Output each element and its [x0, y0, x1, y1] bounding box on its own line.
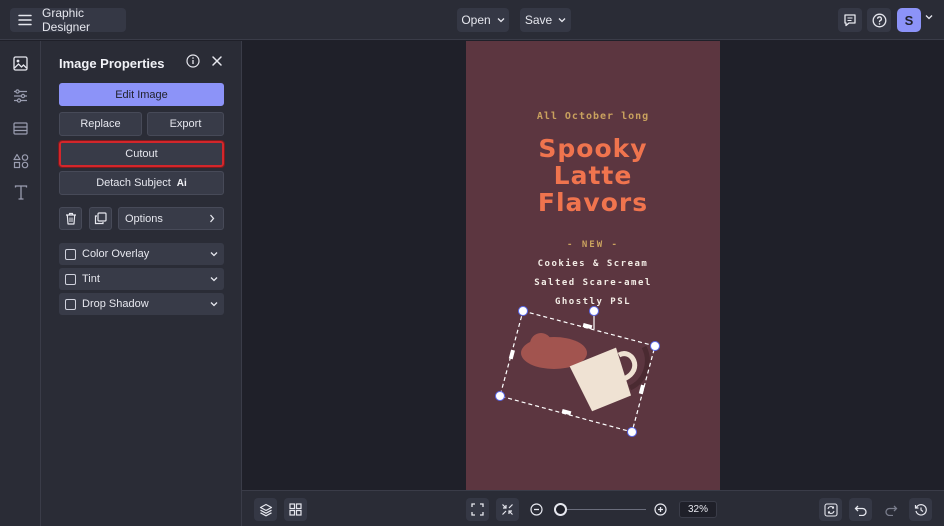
options-label: Options — [125, 212, 163, 225]
history-icon — [914, 503, 928, 517]
options-button[interactable]: Options — [118, 207, 224, 230]
app-menu-button[interactable]: Graphic Designer — [10, 6, 126, 34]
zoom-slider-handle[interactable] — [554, 503, 567, 516]
close-icon[interactable] — [210, 54, 224, 68]
color-overlay-accordion[interactable]: Color Overlay — [59, 243, 224, 265]
fit-to-screen-button[interactable] — [466, 498, 489, 521]
color-overlay-label: Color Overlay — [82, 248, 150, 260]
hamburger-icon — [18, 14, 32, 26]
tint-accordion[interactable]: Tint — [59, 268, 224, 290]
panel-title: Image Properties — [59, 56, 165, 71]
chevron-down-icon — [210, 251, 218, 257]
drop-shadow-label: Drop Shadow — [82, 298, 149, 310]
fit-screen-icon — [471, 503, 484, 516]
app-menu-label: Graphic Designer — [42, 6, 91, 34]
bottom-toolbar: 32% — [242, 490, 944, 526]
avatar[interactable]: S — [897, 8, 921, 32]
duplicate-button[interactable] — [89, 207, 112, 230]
tool-rail — [0, 41, 41, 526]
help-button[interactable] — [867, 8, 891, 32]
image-icon[interactable] — [12, 55, 29, 72]
sync-button[interactable] — [819, 498, 842, 521]
chevron-down-icon — [497, 17, 505, 23]
chevron-right-icon — [209, 214, 215, 223]
edit-image-button[interactable]: Edit Image — [59, 83, 224, 106]
layers-icon — [259, 503, 273, 517]
design-canvas[interactable]: All October long Spooky Latte Flavors - … — [466, 41, 720, 490]
trash-icon — [65, 212, 77, 225]
chevron-down-icon — [210, 301, 218, 307]
history-button[interactable] — [909, 498, 932, 521]
zoom-out-button[interactable] — [525, 498, 548, 521]
layers-button[interactable] — [254, 498, 277, 521]
collapse-icon — [501, 503, 514, 516]
grid-icon — [289, 503, 302, 516]
sliders-icon[interactable] — [12, 87, 29, 104]
comments-button[interactable] — [838, 8, 862, 32]
detach-subject-button[interactable]: Detach Subject Ai — [59, 171, 224, 195]
redo-button[interactable] — [879, 498, 902, 521]
chevron-down-icon — [558, 17, 566, 23]
zoom-in-button[interactable] — [649, 498, 672, 521]
redo-icon — [884, 504, 898, 516]
save-label: Save — [524, 13, 553, 27]
grid-button[interactable] — [284, 498, 307, 521]
tint-checkbox[interactable] — [65, 273, 76, 285]
info-icon[interactable] — [186, 54, 200, 68]
tint-label: Tint — [82, 273, 100, 285]
chevron-down-icon[interactable] — [925, 14, 933, 20]
shrink-button[interactable] — [496, 498, 519, 521]
save-button[interactable]: Save — [520, 8, 571, 32]
zoom-out-icon — [530, 503, 543, 516]
text-icon[interactable] — [12, 184, 29, 201]
replace-button[interactable]: Replace — [59, 112, 142, 136]
zoom-level[interactable]: 32% — [679, 501, 717, 518]
help-icon — [872, 13, 887, 28]
ai-badge: Ai — [176, 177, 187, 189]
color-overlay-checkbox[interactable] — [65, 248, 76, 260]
undo-icon — [854, 504, 868, 516]
duplicate-icon — [94, 212, 107, 225]
sync-icon — [823, 502, 838, 517]
delete-button[interactable] — [59, 207, 82, 230]
detach-subject-label: Detach Subject — [96, 177, 171, 189]
workspace: All October long Spooky Latte Flavors - … — [242, 41, 944, 490]
cutout-button[interactable]: Cutout — [58, 140, 225, 168]
comment-icon — [843, 13, 857, 27]
image-properties-panel: Image Properties Edit Image Replace Expo… — [41, 41, 242, 526]
shapes-icon[interactable] — [12, 152, 29, 169]
coffee-mug-graphic[interactable] — [466, 41, 720, 490]
open-label: Open — [461, 13, 491, 27]
chevron-down-icon — [210, 276, 218, 282]
zoom-in-icon — [654, 503, 667, 516]
drop-shadow-accordion[interactable]: Drop Shadow — [59, 293, 224, 315]
zoom-slider-track[interactable] — [560, 509, 646, 510]
export-button[interactable]: Export — [147, 112, 224, 136]
undo-button[interactable] — [849, 498, 872, 521]
background-icon[interactable] — [12, 120, 29, 137]
top-bar: Graphic Designer Open Save S — [0, 0, 944, 40]
drop-shadow-checkbox[interactable] — [65, 298, 76, 310]
open-button[interactable]: Open — [457, 8, 509, 32]
